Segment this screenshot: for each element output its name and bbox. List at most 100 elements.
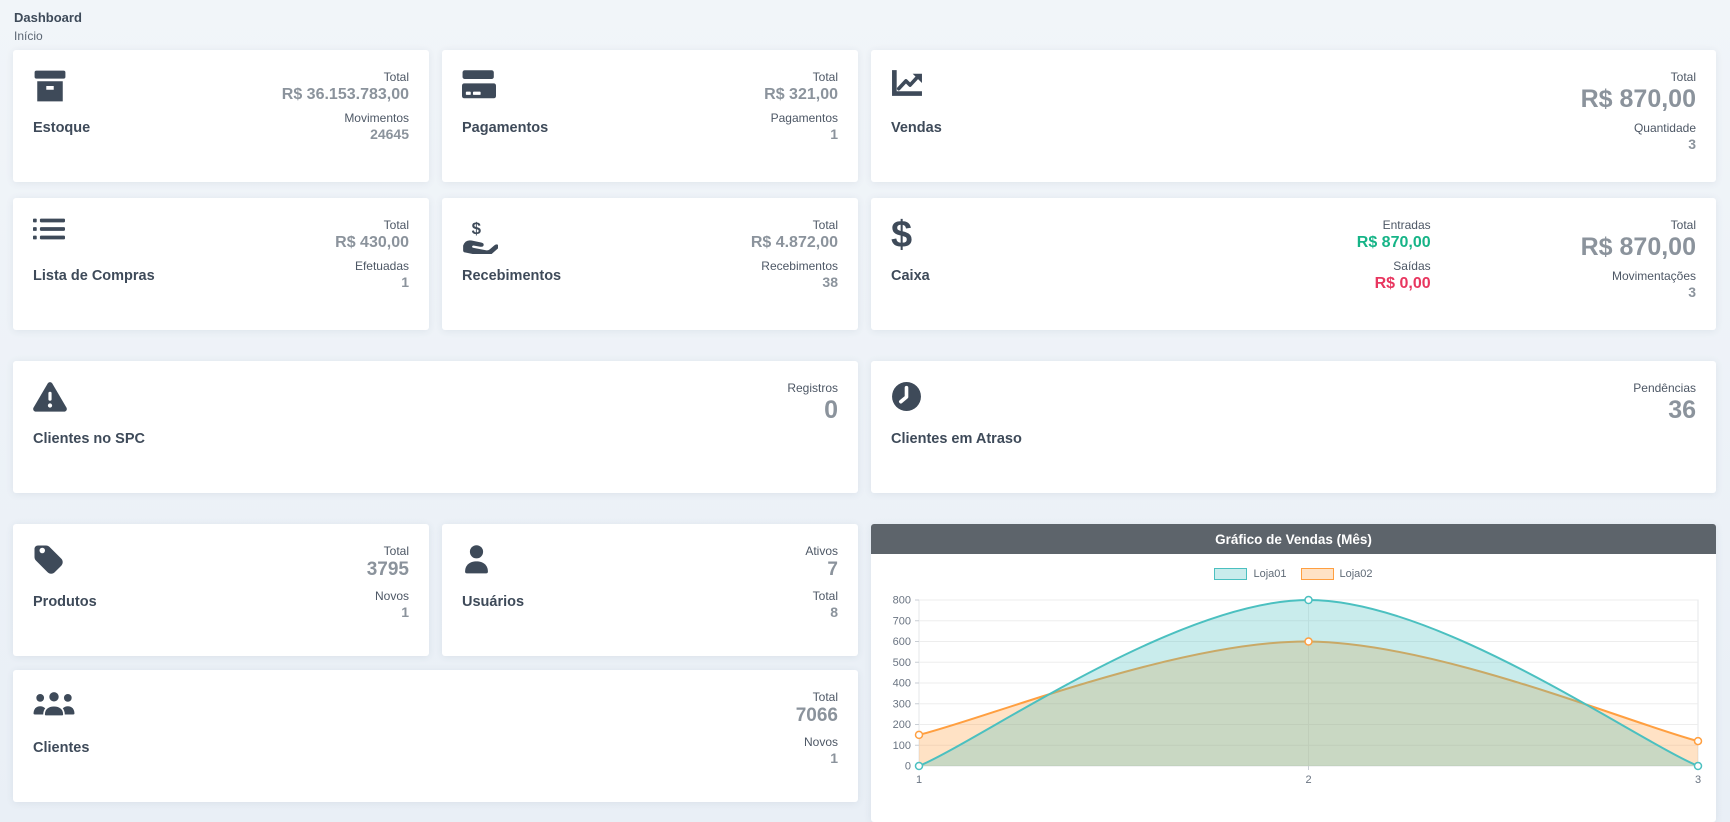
stat-value: 7 xyxy=(805,559,838,582)
stat-label: Total xyxy=(282,70,409,85)
stat-label: Pendências xyxy=(1633,381,1696,396)
card-title: Clientes xyxy=(33,740,89,756)
card-clientes-em-atraso[interactable]: Clientes em Atraso Pendências36 xyxy=(871,361,1716,493)
svg-text:300: 300 xyxy=(893,698,911,710)
svg-text:600: 600 xyxy=(893,636,911,648)
legend-swatch-loja02 xyxy=(1301,568,1334,580)
stat-label: Entradas xyxy=(1357,218,1431,233)
svg-text:2: 2 xyxy=(1305,774,1311,786)
stat-value: 1 xyxy=(367,604,409,621)
stat-value: R$ 36.153.783,00 xyxy=(282,85,409,104)
stat-label: Recebimentos xyxy=(751,259,838,274)
stat-value: R$ 321,00 xyxy=(764,85,838,104)
card-title: Recebimentos xyxy=(462,268,561,284)
clock-icon xyxy=(891,381,1022,421)
stat-value: R$ 870,00 xyxy=(1581,85,1696,114)
card-clientes[interactable]: Clientes Total7066 Novos1 xyxy=(13,670,858,802)
stat-label: Total xyxy=(367,544,409,559)
stat-label: Quantidade xyxy=(1581,121,1696,136)
stat-label: Total xyxy=(1581,70,1696,85)
stat-label: Efetuadas xyxy=(335,259,409,274)
stat-label: Total xyxy=(764,70,838,85)
svg-text:1: 1 xyxy=(916,774,922,786)
stat-value: 8 xyxy=(805,604,838,621)
stat-value: 3 xyxy=(1581,136,1696,153)
stat-value: 1 xyxy=(796,750,838,767)
svg-text:200: 200 xyxy=(893,719,911,731)
svg-text:0: 0 xyxy=(905,761,911,773)
dashboard-page: Dashboard Início Estoque TotalR$ 36.153.… xyxy=(0,0,1730,822)
card-pagamentos[interactable]: Pagamentos TotalR$ 321,00 Pagamentos1 xyxy=(442,50,858,182)
card-title: Clientes em Atraso xyxy=(891,431,1022,447)
credit-card-icon xyxy=(462,70,548,110)
stat-label: Registros xyxy=(787,381,838,396)
stat-label: Novos xyxy=(367,589,409,604)
stat-label: Movimentos xyxy=(282,111,409,126)
stat-value: 0 xyxy=(787,396,838,425)
breadcrumb: Dashboard Início xyxy=(14,10,82,43)
card-title: Clientes no SPC xyxy=(33,431,145,447)
stat-value-entradas: R$ 870,00 xyxy=(1357,233,1431,252)
svg-text:700: 700 xyxy=(893,615,911,627)
card-lista-de-compras[interactable]: Lista de Compras TotalR$ 430,00 Efetuada… xyxy=(13,198,429,330)
chart-line-icon xyxy=(891,70,942,110)
svg-text:$: $ xyxy=(472,219,482,238)
sales-chart: Loja01 Loja02 0 100 200 300 400 500 600 700 800 1… xyxy=(871,554,1716,798)
stat-label: Total xyxy=(335,218,409,233)
warning-triangle-icon xyxy=(33,381,145,421)
stat-value: R$ 4.872,00 xyxy=(751,233,838,252)
card-title: Usuários xyxy=(462,594,524,610)
legend-item-loja01[interactable]: Loja01 xyxy=(1214,568,1286,580)
card-produtos[interactable]: Produtos Total3795 Novos1 xyxy=(13,524,429,656)
card-usuarios[interactable]: Usuários Ativos7 Total8 xyxy=(442,524,858,656)
stat-label: Total xyxy=(805,589,838,604)
svg-text:500: 500 xyxy=(893,657,911,669)
card-estoque[interactable]: Estoque TotalR$ 36.153.783,00 Movimentos… xyxy=(13,50,429,182)
card-title: Vendas xyxy=(891,120,942,136)
stat-value: 24645 xyxy=(282,126,409,143)
stat-value: 3795 xyxy=(367,559,409,582)
stat-label: Novos xyxy=(796,735,838,750)
legend-item-loja02[interactable]: Loja02 xyxy=(1301,568,1373,580)
stat-label: Saídas xyxy=(1357,259,1431,274)
svg-text:3: 3 xyxy=(1695,774,1701,786)
stat-value: R$ 870,00 xyxy=(1581,233,1696,262)
card-title: Lista de Compras xyxy=(33,268,155,284)
stat-label: Ativos xyxy=(805,544,838,559)
card-title: Estoque xyxy=(33,120,90,136)
user-icon xyxy=(462,544,524,584)
legend-swatch-loja01 xyxy=(1214,568,1247,580)
stat-label: Total xyxy=(1581,218,1696,233)
sales-chart-card: Gráfico de Vendas (Mês) Loja01 Loja02 01… xyxy=(871,524,1716,822)
stat-label: Movimentações xyxy=(1581,269,1696,284)
stat-value: 3 xyxy=(1581,284,1696,301)
card-title: Caixa xyxy=(891,268,930,284)
hand-holding-dollar-icon: $ xyxy=(462,218,561,258)
stat-value: 7066 xyxy=(796,705,838,728)
card-recebimentos[interactable]: $ Recebimentos TotalR$ 4.872,00 Recebime… xyxy=(442,198,858,330)
page-title: Dashboard xyxy=(14,10,82,25)
svg-text:100: 100 xyxy=(893,740,911,752)
stat-label: Pagamentos xyxy=(764,111,838,126)
archive-box-icon xyxy=(33,70,90,110)
card-caixa[interactable]: $ Caixa EntradasR$ 870,00 SaídasR$ 0,00 … xyxy=(871,198,1716,330)
users-icon xyxy=(33,690,89,730)
list-icon xyxy=(33,218,155,258)
svg-text:800: 800 xyxy=(893,595,911,607)
card-clientes-no-spc[interactable]: Clientes no SPC Registros0 xyxy=(13,361,858,493)
area-chart-plot: 0 100 200 300 400 500 600 700 800 1 2 3 xyxy=(883,592,1704,792)
stat-value: 1 xyxy=(335,274,409,291)
chart-legend: Loja01 Loja02 xyxy=(883,564,1704,584)
stat-value-saidas: R$ 0,00 xyxy=(1357,274,1431,293)
card-vendas[interactable]: Vendas TotalR$ 870,00 Quantidade3 xyxy=(871,50,1716,182)
stat-value: 1 xyxy=(764,126,838,143)
card-title: Produtos xyxy=(33,594,97,610)
card-title: Pagamentos xyxy=(462,120,548,136)
svg-text:400: 400 xyxy=(893,678,911,690)
stat-value: R$ 430,00 xyxy=(335,233,409,252)
chart-title: Gráfico de Vendas (Mês) xyxy=(871,524,1716,554)
breadcrumb-item-inicio[interactable]: Início xyxy=(14,29,82,43)
stat-label: Total xyxy=(796,690,838,705)
stat-value: 38 xyxy=(751,274,838,291)
dollar-sign-icon: $ xyxy=(891,218,930,258)
